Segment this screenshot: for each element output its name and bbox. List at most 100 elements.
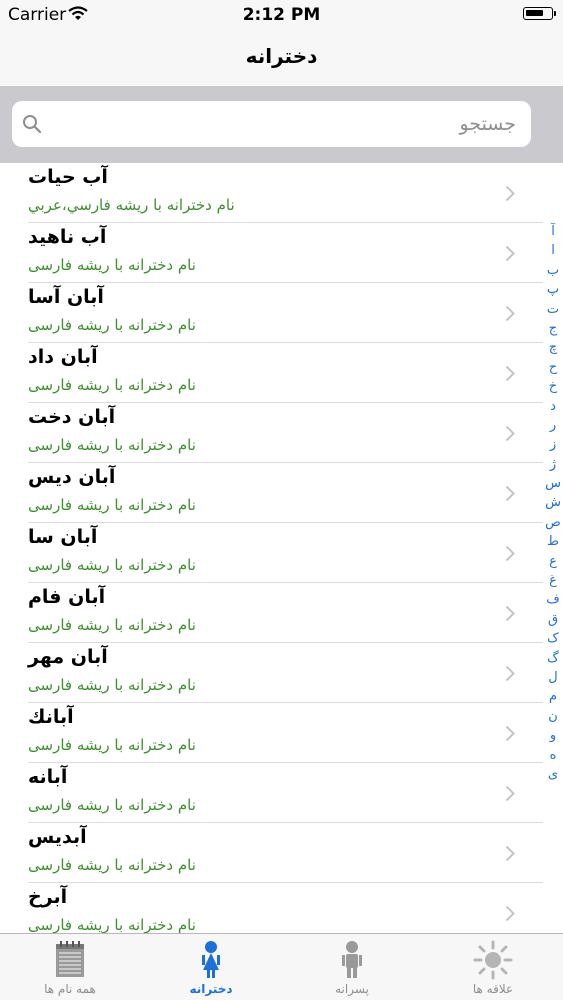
chevron-right-icon	[505, 425, 515, 446]
list-item[interactable]: آبدیس نام دخترانه با ریشه فارسی	[0, 823, 543, 883]
index-letter[interactable]: ر	[543, 416, 563, 435]
list-item[interactable]: آبان سا نام دخترانه با ریشه فارسی	[0, 523, 543, 583]
name-title: آبرخ	[28, 886, 68, 908]
index-letter[interactable]: ط	[543, 532, 563, 551]
index-letter[interactable]: ج	[543, 319, 563, 338]
boy-icon	[340, 940, 364, 984]
index-letter[interactable]: ل	[543, 668, 563, 687]
tab-bar: همه نام ها دخترانه پسرانه علاقه ها	[0, 933, 563, 1000]
chevron-right-icon	[505, 365, 515, 386]
index-letter[interactable]: و	[543, 726, 563, 745]
tab-label: همه نام ها	[44, 982, 96, 996]
tab-favorites[interactable]: علاقه ها	[423, 934, 563, 1001]
name-description: نام دخترانه با ریشه فارسی	[28, 436, 196, 454]
tab-label: علاقه ها	[472, 982, 514, 996]
index-letter[interactable]: ع	[543, 552, 563, 571]
index-letter[interactable]: چ	[543, 338, 563, 357]
tab-girls[interactable]: دخترانه	[141, 934, 281, 1001]
chevron-right-icon	[505, 785, 515, 806]
notepad-icon	[53, 940, 87, 982]
chevron-right-icon	[505, 905, 515, 926]
chevron-right-icon	[505, 305, 515, 326]
name-title: آبانه	[28, 766, 68, 788]
index-letter[interactable]: ف	[543, 590, 563, 609]
section-index[interactable]: آابپتجچحخدرزژسشصطعغفقکگلمنوهی	[543, 222, 563, 784]
list-item[interactable]: آبان فام نام دخترانه با ریشه فارسی	[0, 583, 543, 643]
name-title: آبان فام	[28, 586, 106, 608]
index-letter[interactable]: ش	[543, 493, 563, 512]
name-description: نام دخترانه با ریشه فارسی	[28, 916, 196, 933]
page-title: دخترانه	[245, 44, 318, 68]
name-description: نام دخترانه با ریشه فارسی	[28, 616, 196, 634]
girl-icon	[199, 940, 223, 984]
tab-label: پسرانه	[335, 982, 369, 996]
search-input[interactable]	[46, 101, 516, 147]
index-letter[interactable]: غ	[543, 571, 563, 590]
list-item[interactable]: آبرخ نام دخترانه با ریشه فارسی	[0, 883, 543, 933]
chevron-right-icon	[505, 605, 515, 626]
index-letter[interactable]: ه	[543, 746, 563, 765]
list-item[interactable]: آبان آسا نام دخترانه با ریشه فارسی	[0, 283, 543, 343]
name-title: آبان آسا	[28, 286, 104, 308]
index-letter[interactable]: م	[543, 687, 563, 706]
index-letter[interactable]: خ	[543, 377, 563, 396]
index-letter[interactable]: ز	[543, 435, 563, 454]
list-item[interactable]: آب ناهید نام دخترانه با ریشه فارسی	[0, 223, 543, 283]
name-title: آبان مهر	[28, 646, 108, 668]
chevron-right-icon	[505, 725, 515, 746]
chevron-right-icon	[505, 185, 515, 206]
list-item[interactable]: آبانه نام دخترانه با ریشه فارسی	[0, 763, 543, 823]
names-list: آب حیات نام دخترانه با ریشه فارسي،عربي آب …	[0, 163, 563, 933]
tab-boys[interactable]: پسرانه	[282, 934, 422, 1001]
search-icon	[22, 114, 42, 138]
name-title: آبان دیس	[28, 466, 116, 488]
chevron-right-icon	[505, 665, 515, 686]
name-description: نام دخترانه با ریشه فارسی	[28, 676, 196, 694]
index-letter[interactable]: ص	[543, 513, 563, 532]
list-item[interactable]: آب حیات نام دخترانه با ریشه فارسي،عربي	[0, 163, 543, 223]
index-letter[interactable]: ب	[543, 261, 563, 280]
name-description: نام دخترانه با ریشه فارسی	[28, 376, 196, 394]
index-letter[interactable]: پ	[543, 280, 563, 299]
name-description: نام دخترانه با ریشه فارسی	[28, 556, 196, 574]
name-title: آبدیس	[28, 826, 87, 848]
index-letter[interactable]: د	[543, 397, 563, 416]
index-letter[interactable]: ق	[543, 610, 563, 629]
name-title: آب حیات	[28, 166, 108, 188]
index-letter[interactable]: آ	[543, 222, 563, 241]
index-letter[interactable]: ح	[543, 358, 563, 377]
name-description: نام دخترانه با ریشه فارسی	[28, 796, 196, 814]
list-item[interactable]: آبان داد نام دخترانه با ریشه فارسی	[0, 343, 543, 403]
name-title: آبان سا	[28, 526, 98, 548]
name-title: آبان دخت	[28, 406, 116, 428]
chevron-right-icon	[505, 485, 515, 506]
name-description: نام دخترانه با ریشه فارسی	[28, 736, 196, 754]
chevron-right-icon	[505, 845, 515, 866]
name-description: نام دخترانه با ریشه فارسی	[28, 496, 196, 514]
list-item[interactable]: آبانك نام دخترانه با ریشه فارسی	[0, 703, 543, 763]
list-item[interactable]: آبان دخت نام دخترانه با ریشه فارسی	[0, 403, 543, 463]
chevron-right-icon	[505, 245, 515, 266]
name-description: نام دخترانه با ریشه فارسی	[28, 856, 196, 874]
index-letter[interactable]: ی	[543, 765, 563, 784]
index-letter[interactable]: ا	[543, 241, 563, 260]
index-letter[interactable]: ک	[543, 629, 563, 648]
index-letter[interactable]: گ	[543, 649, 563, 668]
tab-label: دخترانه	[189, 982, 233, 996]
index-letter[interactable]: س	[543, 474, 563, 493]
name-title: آب ناهید	[28, 226, 107, 248]
name-description: نام دخترانه با ریشه فارسی	[28, 316, 196, 334]
tab-all-names[interactable]: همه نام ها	[0, 934, 140, 1001]
index-letter[interactable]: ت	[543, 300, 563, 319]
name-description: نام دخترانه با ریشه فارسی	[28, 256, 196, 274]
list-item[interactable]: آبان مهر نام دخترانه با ریشه فارسی	[0, 643, 543, 703]
list-item[interactable]: آبان دیس نام دخترانه با ریشه فارسی	[0, 463, 543, 523]
search-field[interactable]	[12, 101, 531, 147]
index-letter[interactable]: ن	[543, 707, 563, 726]
name-title: آبان داد	[28, 346, 98, 368]
status-time: 2:12 PM	[242, 5, 321, 25]
navigation-bar: دخترانه	[0, 30, 563, 86]
chevron-right-icon	[505, 545, 515, 566]
index-letter[interactable]: ژ	[543, 455, 563, 474]
search-bar	[0, 86, 563, 163]
